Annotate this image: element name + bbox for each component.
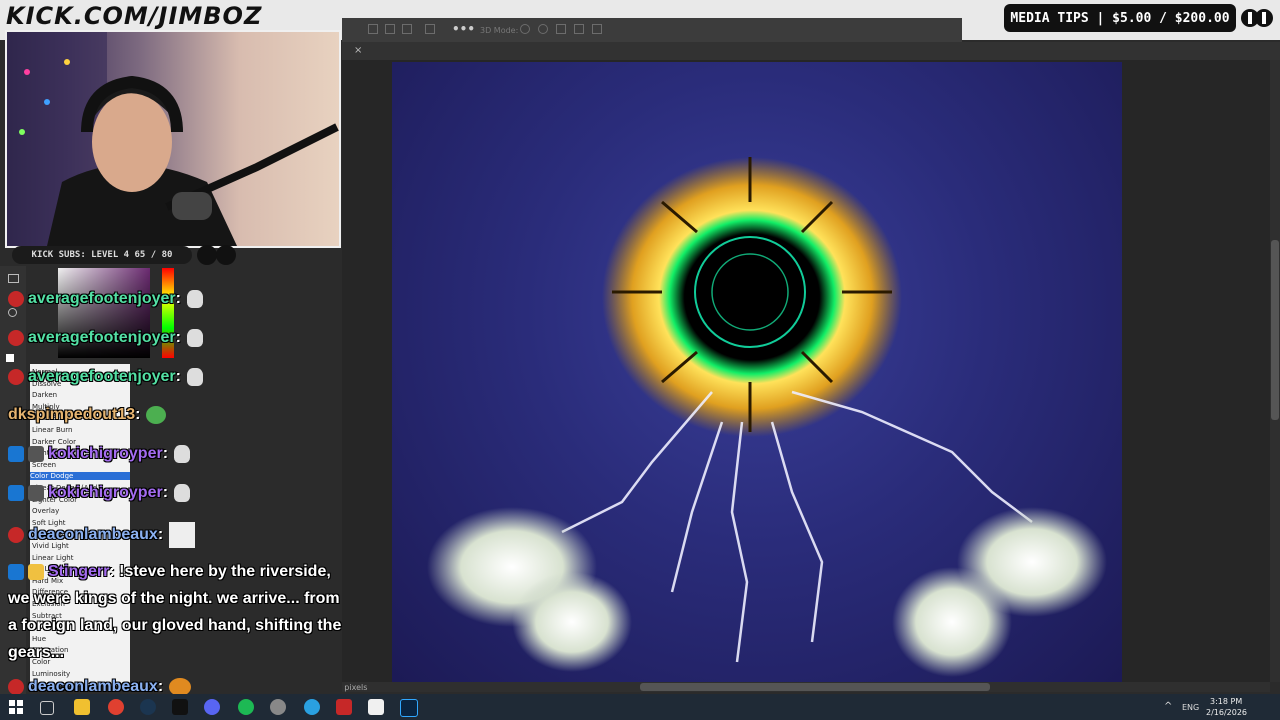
rectangle-tool-icon[interactable]	[8, 274, 19, 283]
3d-camera-icon[interactable]	[592, 24, 602, 34]
moderator-badge-icon	[8, 446, 24, 462]
file-explorer-icon[interactable]	[74, 699, 90, 715]
blend-mode-option[interactable]: Luminosity	[32, 670, 70, 678]
chat-colon: :	[109, 563, 115, 580]
chat-colon: :	[157, 678, 164, 696]
clapping-hands-emote-icon	[174, 445, 191, 463]
pepe-emote-icon	[146, 406, 167, 424]
streamer-figure	[7, 32, 339, 246]
chat-username[interactable]: kokichigroyper	[48, 445, 163, 462]
artwork-illustration	[427, 157, 1107, 677]
canvas-artwork[interactable]	[392, 62, 1122, 682]
kick-subs-goal: KICK SUBS: LEVEL 4 65 / 80	[12, 246, 192, 264]
capcut-icon[interactable]	[368, 699, 384, 715]
tray-chevron-icon[interactable]: ^	[1164, 701, 1172, 712]
chat-username[interactable]: kokichigroyper	[48, 484, 163, 501]
blend-mode-option[interactable]: Overlay	[32, 507, 59, 515]
chat-message: averagefootenjoyer:	[8, 290, 203, 308]
moderator-badge-icon	[8, 485, 24, 501]
align-right-icon[interactable]	[402, 24, 412, 34]
3d-orbit-icon[interactable]	[520, 24, 530, 34]
chat-username[interactable]: averagefootenjoyer	[28, 290, 176, 307]
app-red-icon[interactable]	[336, 699, 352, 715]
3d-mode-label: 3D Mode:	[480, 26, 519, 35]
chat-message: deaconlambeaux:	[8, 522, 196, 548]
clapping-hands-emote-icon	[186, 290, 203, 308]
webcam-feed	[5, 30, 341, 248]
clock-date[interactable]: 2/16/2026	[1206, 708, 1247, 717]
document-tab-bar	[342, 42, 1280, 60]
3d-slide-icon[interactable]	[574, 24, 584, 34]
chat-colon: :	[157, 526, 164, 544]
chat-username[interactable]: Stingerr	[48, 563, 109, 580]
subs-logo-icon	[197, 245, 236, 265]
chat-colon: :	[175, 290, 181, 308]
chat-message: kokichigroyper:	[8, 445, 191, 463]
subscriber-badge-icon	[8, 369, 24, 385]
align-center-icon[interactable]	[385, 24, 395, 34]
clapping-hands-emote-icon	[186, 368, 203, 386]
terminal-icon[interactable]	[172, 699, 188, 715]
chrome-icon[interactable]	[108, 699, 124, 715]
telegram-icon[interactable]	[304, 699, 320, 715]
chat-colon: :	[175, 329, 181, 347]
more-options-icon[interactable]: •••	[452, 22, 475, 36]
settings-icon[interactable]	[270, 699, 286, 715]
3d-pan-icon[interactable]	[556, 24, 566, 34]
foreground-color-icon[interactable]	[6, 354, 14, 362]
align-left-icon[interactable]	[368, 24, 378, 34]
spotify-icon[interactable]	[238, 699, 254, 715]
chat-message: Stingerr: !steve here by the riverside, …	[8, 558, 348, 666]
steam-icon[interactable]	[140, 699, 156, 715]
photo-emote-icon	[169, 522, 196, 548]
3d-roll-icon[interactable]	[538, 24, 548, 34]
chat-colon: :	[162, 445, 169, 463]
moderator-badge-icon	[8, 563, 24, 580]
chat-username[interactable]: averagefootenjoyer	[28, 368, 176, 385]
clapping-hands-emote-icon	[174, 484, 191, 502]
chat-colon: :	[175, 368, 181, 386]
chat-colon: :	[135, 406, 141, 424]
task-view-icon[interactable]	[40, 701, 54, 715]
chat-username[interactable]: deaconlambeaux	[28, 678, 158, 695]
subscriber-badge-icon	[8, 679, 24, 695]
discord-icon[interactable]	[204, 699, 220, 715]
align-top-icon[interactable]	[425, 24, 435, 34]
subscriber-badge-icon	[8, 527, 24, 543]
vertical-scrollbar-thumb[interactable]	[1271, 240, 1279, 420]
blend-mode-option[interactable]: Darken	[32, 391, 57, 399]
avatar-badge-icon	[28, 446, 44, 462]
clapping-hands-emote-icon	[186, 329, 203, 347]
windows-taskbar	[0, 694, 1280, 720]
zoom-tool-icon[interactable]	[8, 308, 17, 317]
photoshop-icon[interactable]	[400, 699, 418, 717]
windows-start-icon[interactable]	[8, 699, 24, 715]
chat-username[interactable]: dkspimpedout13	[8, 406, 135, 423]
chat-message: kokichigroyper:	[8, 484, 191, 502]
media-tips-goal: MEDIA TIPS | $5.00 / $200.00	[1004, 4, 1236, 32]
channel-url: KICK.COM/JIMBOZ	[6, 2, 263, 30]
kick-logo-icon	[1241, 9, 1273, 27]
photoshop-options-bar	[342, 18, 962, 42]
blend-mode-option[interactable]: Color Dodge	[30, 472, 130, 481]
blend-mode-option[interactable]: Linear Burn	[32, 426, 72, 434]
clock-time[interactable]: 3:18 PM	[1210, 697, 1242, 706]
subscriber-badge-icon	[8, 330, 24, 346]
chat-message: dkspimpedout13:	[8, 406, 167, 424]
language-indicator[interactable]: ENG	[1182, 703, 1199, 712]
chat-username[interactable]: averagefootenjoyer	[28, 329, 176, 346]
chat-message: averagefootenjoyer:	[8, 368, 203, 386]
avatar-badge-icon	[28, 485, 44, 501]
avatar-badge-icon	[28, 563, 44, 580]
subscriber-badge-icon	[8, 291, 24, 307]
chat-message: averagefootenjoyer:	[8, 329, 203, 347]
chat-username[interactable]: deaconlambeaux	[28, 526, 158, 543]
chat-colon: :	[162, 484, 169, 502]
close-tab-icon[interactable]: ×	[354, 45, 362, 56]
horizontal-scrollbar-thumb[interactable]	[640, 683, 990, 691]
